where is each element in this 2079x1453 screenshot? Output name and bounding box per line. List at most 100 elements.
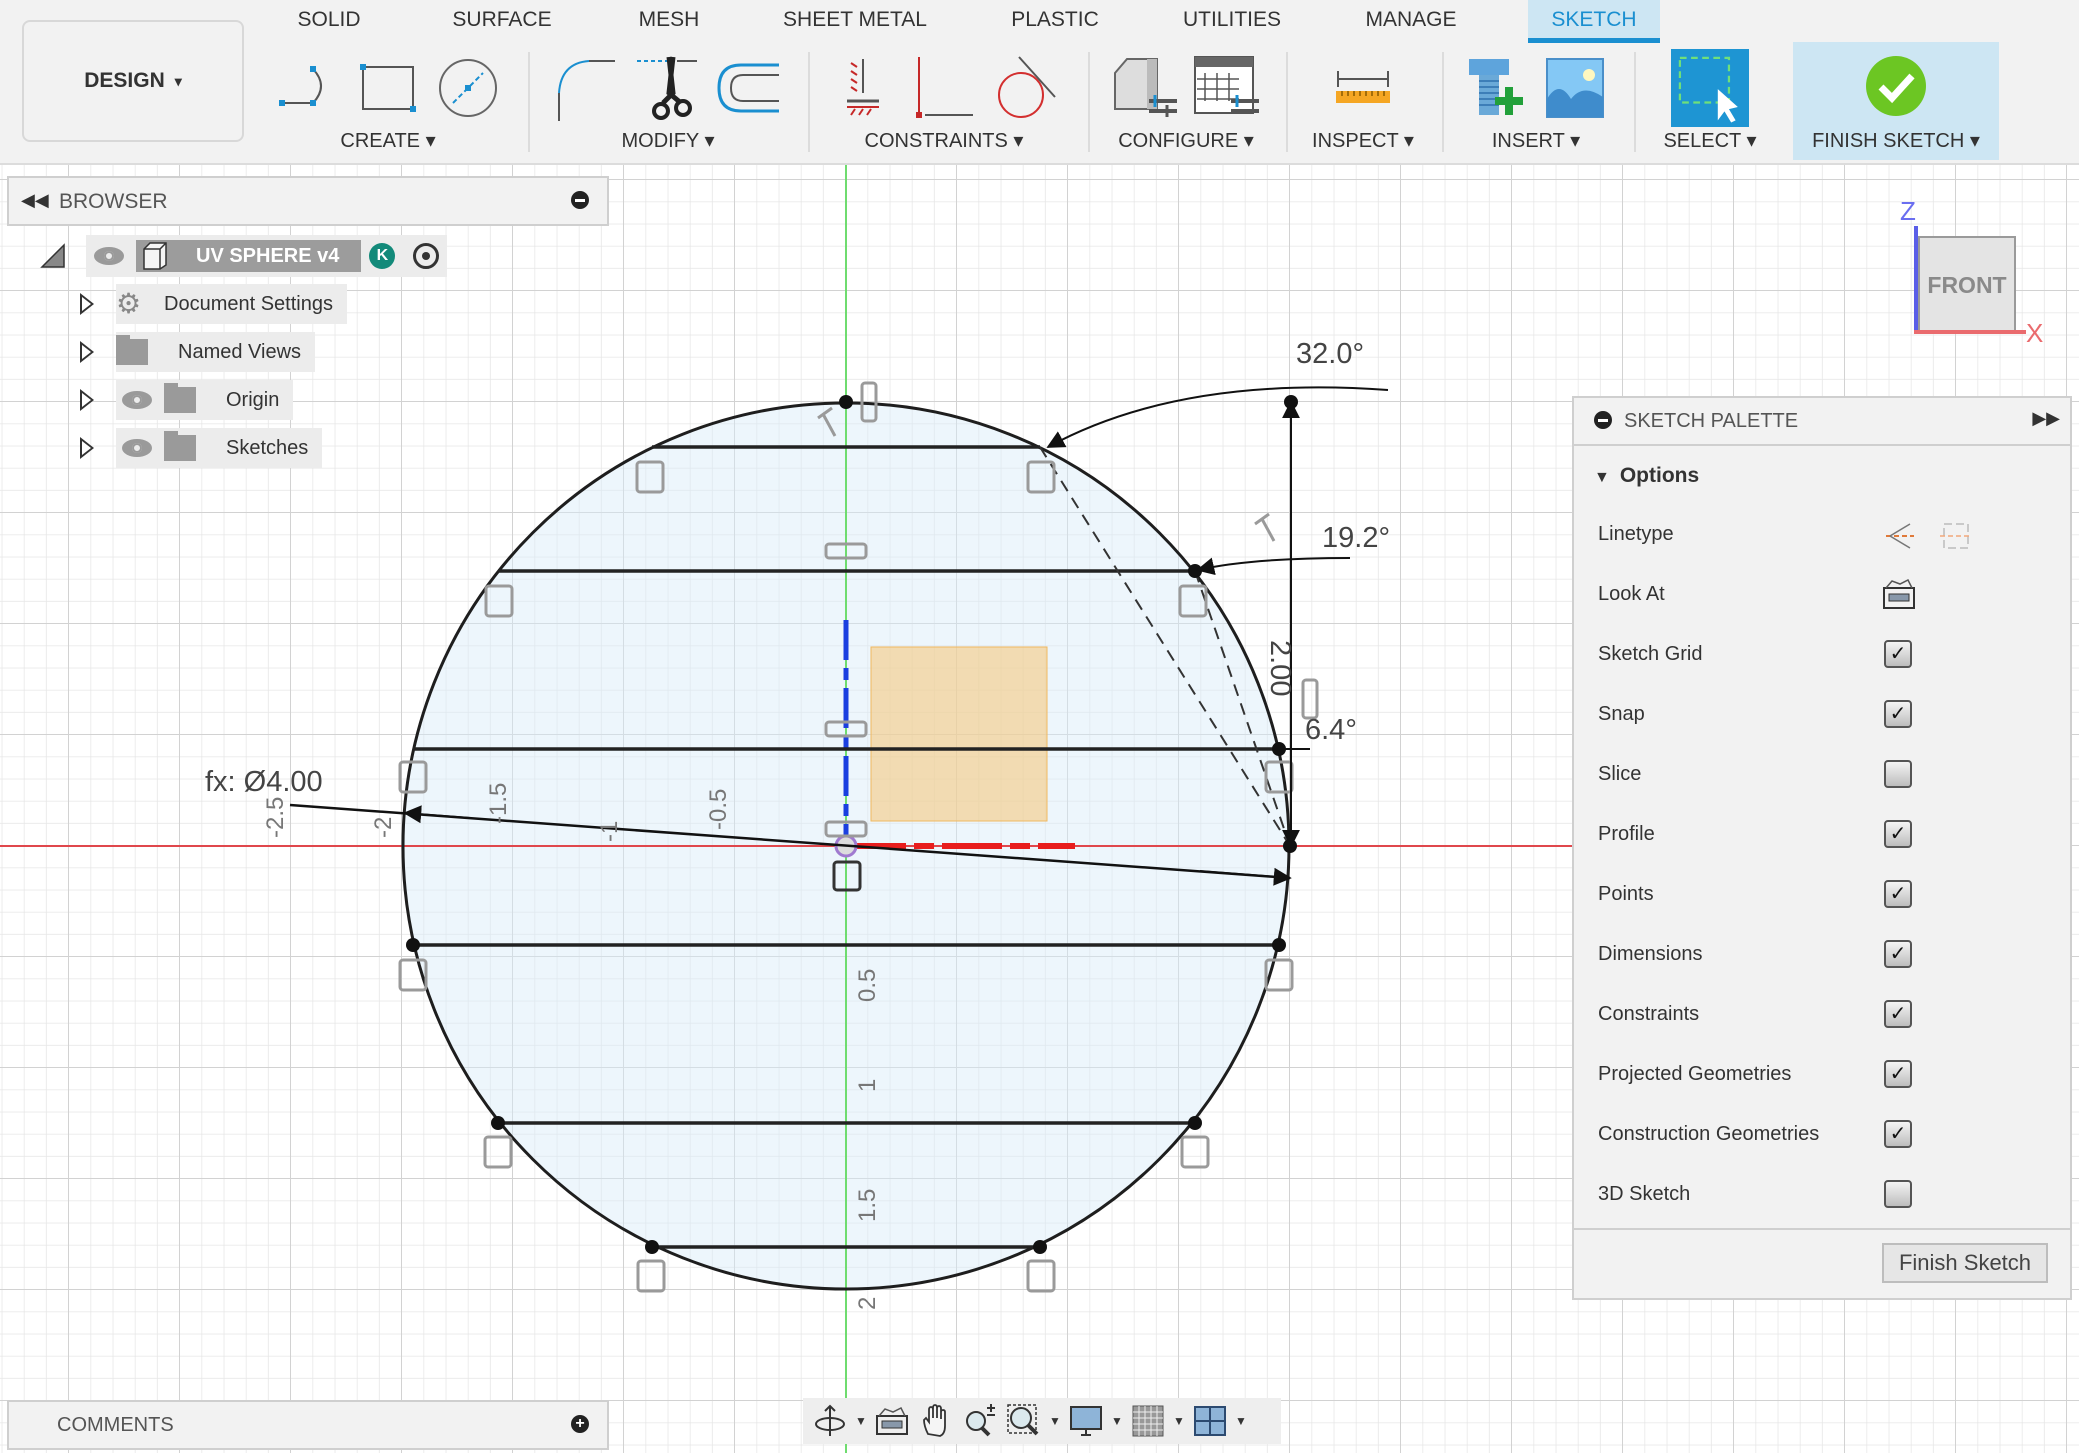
- measure-ruler-icon[interactable]: [1328, 53, 1398, 123]
- expand-triangle-icon[interactable]: [80, 341, 94, 363]
- x-tick-label: -1: [596, 820, 623, 842]
- sketch-point[interactable]: [406, 938, 420, 952]
- insert-bolt-icon[interactable]: [1461, 53, 1531, 123]
- origin-plane[interactable]: [870, 646, 1048, 822]
- profile-checkbox[interactable]: ✓: [1884, 820, 1912, 848]
- snap-checkbox[interactable]: ✓: [1884, 700, 1912, 728]
- visibility-eye-icon[interactable]: [122, 391, 152, 409]
- options-section-toggle[interactable]: ▼ Options: [1594, 464, 1699, 488]
- visibility-eye-icon[interactable]: [94, 247, 124, 265]
- browser-item-named-views[interactable]: Named Views: [80, 332, 316, 372]
- constraints-menu[interactable]: CONSTRAINTS ▾: [812, 128, 1076, 153]
- create-menu[interactable]: CREATE ▾: [262, 128, 514, 153]
- expand-triangle-icon[interactable]: [80, 293, 94, 315]
- display-settings-icon[interactable]: [1067, 1402, 1105, 1440]
- diameter-dimension-label[interactable]: fx: Ø4.00: [205, 766, 323, 799]
- sketch-point[interactable]: [645, 1240, 659, 1254]
- fix-constraint-icon[interactable]: [829, 53, 899, 123]
- view-cube-front-face[interactable]: FRONT: [1918, 236, 2016, 334]
- viewports-icon[interactable]: [1191, 1402, 1229, 1440]
- perpendicular-constraint-icon[interactable]: [909, 53, 979, 123]
- workspace-dropdown[interactable]: DESIGN ▾: [22, 20, 244, 142]
- zoom-dropdown-icon[interactable]: ▼: [1049, 1414, 1061, 1428]
- orbit-icon[interactable]: [811, 1402, 849, 1440]
- angle-dimension-label-19[interactable]: 19.2°: [1322, 522, 1390, 555]
- tab-utilities[interactable]: UTILITIES: [1170, 0, 1294, 42]
- insert-image-icon[interactable]: [1541, 53, 1611, 123]
- finish-sketch-menu[interactable]: FINISH SKETCH ▾: [1793, 128, 1999, 153]
- sketch-point[interactable]: [1033, 1240, 1047, 1254]
- collapse-triangle-icon[interactable]: [40, 243, 66, 269]
- display-dropdown-icon[interactable]: ▼: [1111, 1414, 1123, 1428]
- construction-linetype-icon[interactable]: [1882, 518, 1918, 554]
- insert-label: INSERT: [1491, 130, 1565, 152]
- tab-mesh[interactable]: MESH: [620, 0, 718, 42]
- look-at-icon[interactable]: [1882, 578, 1916, 610]
- finish-sketch-button[interactable]: Finish Sketch: [1882, 1243, 2048, 1283]
- browser-item-origin[interactable]: Origin: [80, 380, 294, 420]
- browser-item-document-settings[interactable]: ⚙ Document Settings: [80, 284, 347, 324]
- modify-menu[interactable]: MODIFY ▾: [540, 128, 796, 153]
- zoom-icon[interactable]: [961, 1402, 999, 1440]
- length-dimension-label[interactable]: 2.00: [1263, 640, 1296, 696]
- expand-triangle-icon[interactable]: [80, 437, 94, 459]
- collapse-panel-icon[interactable]: ◀◀: [21, 190, 49, 211]
- angle-dimension-label-32[interactable]: 32.0°: [1296, 338, 1364, 371]
- angle-dimension-label-6[interactable]: 6.4°: [1305, 714, 1357, 747]
- expand-triangle-icon[interactable]: [80, 389, 94, 411]
- expand-panel-icon[interactable]: ▶▶: [2032, 408, 2060, 429]
- look-at-icon[interactable]: [873, 1402, 911, 1440]
- tab-sheet-metal[interactable]: SHEET METAL: [770, 0, 940, 42]
- select-menu[interactable]: SELECT ▾: [1640, 128, 1780, 153]
- slice-checkbox[interactable]: [1884, 760, 1912, 788]
- tab-manage[interactable]: MANAGE: [1352, 0, 1470, 42]
- tangent-constraint-icon[interactable]: [989, 53, 1059, 123]
- grid-dropdown-icon[interactable]: ▼: [1173, 1414, 1185, 1428]
- points-checkbox[interactable]: ✓: [1884, 880, 1912, 908]
- window-select-icon[interactable]: [1671, 49, 1749, 127]
- tab-solid[interactable]: SOLID: [282, 0, 376, 42]
- projected-geometries-checkbox[interactable]: ✓: [1884, 1060, 1912, 1088]
- tab-surface[interactable]: SURFACE: [440, 0, 564, 42]
- construction-geometries-checkbox[interactable]: ✓: [1884, 1120, 1912, 1148]
- minimize-icon[interactable]: [1594, 411, 1612, 429]
- browser-root-item[interactable]: UV SPHERE v4 K: [40, 235, 448, 277]
- sketch-point[interactable]: [1188, 564, 1202, 578]
- configure-menu[interactable]: CONFIGURE ▾: [1092, 128, 1280, 153]
- fillet-tool-icon[interactable]: [553, 53, 623, 123]
- sketch-point[interactable]: [839, 395, 853, 409]
- centerline-linetype-icon[interactable]: [1938, 518, 1974, 554]
- view-cube[interactable]: Z FRONT X: [1900, 196, 2043, 348]
- finish-sketch-check-icon[interactable]: [1861, 51, 1931, 121]
- finish-sketch-group[interactable]: FINISH SKETCH ▾: [1793, 42, 1999, 160]
- dimensions-checkbox[interactable]: ✓: [1884, 940, 1912, 968]
- 3d-sketch-checkbox[interactable]: [1884, 1180, 1912, 1208]
- grid-settings-icon[interactable]: [1129, 1402, 1167, 1440]
- parameters-cube-icon[interactable]: [1111, 53, 1181, 123]
- sketch-point[interactable]: [1272, 938, 1286, 952]
- option-label: Linetype: [1598, 522, 1674, 545]
- configuration-table-icon[interactable]: [1191, 53, 1261, 123]
- minimize-icon[interactable]: [571, 191, 589, 209]
- line-tool-icon[interactable]: [273, 53, 343, 123]
- sketch-grid-checkbox[interactable]: ✓: [1884, 640, 1912, 668]
- viewports-dropdown-icon[interactable]: ▼: [1235, 1414, 1247, 1428]
- sketch-point[interactable]: [1188, 1116, 1202, 1130]
- insert-menu[interactable]: INSERT ▾: [1446, 128, 1626, 153]
- rectangle-tool-icon[interactable]: [353, 53, 423, 123]
- offset-tool-icon[interactable]: [713, 53, 783, 123]
- circle-tool-icon[interactable]: [433, 53, 503, 123]
- pan-hand-icon[interactable]: [917, 1402, 955, 1440]
- trim-scissors-icon[interactable]: [633, 53, 703, 123]
- browser-item-sketches[interactable]: Sketches: [80, 428, 323, 468]
- visibility-eye-icon[interactable]: [122, 439, 152, 457]
- tab-sketch[interactable]: SKETCH: [1528, 0, 1660, 43]
- add-comment-icon[interactable]: +: [571, 1415, 589, 1433]
- tab-plastic[interactable]: PLASTIC: [1000, 0, 1110, 42]
- fit-zoom-window-icon[interactable]: [1005, 1402, 1043, 1440]
- constraints-checkbox[interactable]: ✓: [1884, 1000, 1912, 1028]
- sketch-point[interactable]: [491, 1116, 505, 1130]
- inspect-menu[interactable]: INSPECT ▾: [1290, 128, 1436, 153]
- activate-radio-icon[interactable]: [413, 243, 440, 269]
- orbit-dropdown-icon[interactable]: ▼: [855, 1414, 867, 1428]
